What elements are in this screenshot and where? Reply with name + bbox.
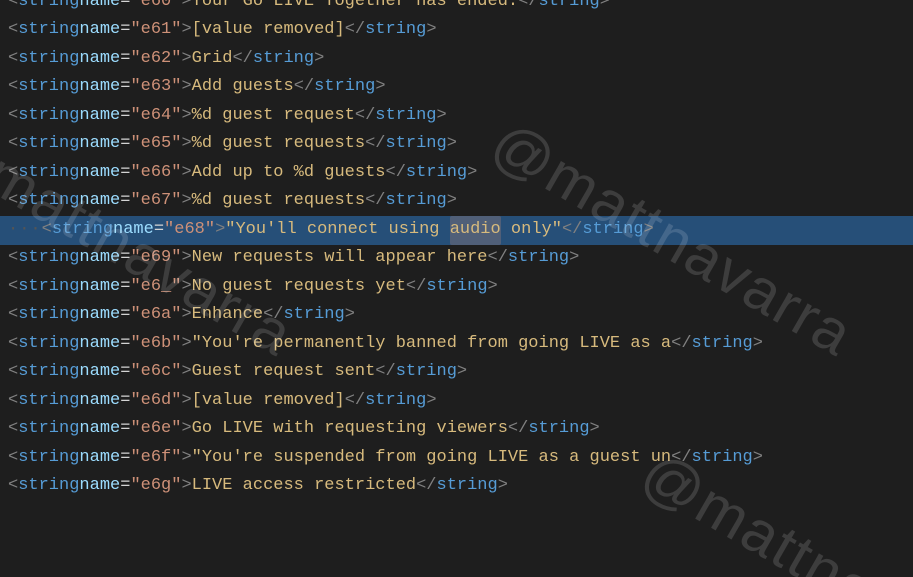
- string-value: Enhance: [192, 302, 263, 331]
- xml-attr-name: name: [79, 74, 120, 103]
- code-line[interactable]: <string name="e69">New requests will app…: [0, 245, 913, 274]
- xml-attr-name: name: [79, 302, 120, 331]
- xml-attr-value: "e6_": [130, 273, 181, 302]
- code-line[interactable]: <string name="e6b">"You're permanently b…: [0, 330, 913, 359]
- xml-attr-name: name: [79, 387, 120, 416]
- code-line[interactable]: <string name="e65">%d guest requests</st…: [0, 131, 913, 160]
- string-value: [value removed]: [192, 387, 345, 416]
- xml-tag: string: [18, 473, 79, 502]
- code-line[interactable]: <string name="e6e">Go LIVE with requesti…: [0, 416, 913, 445]
- xml-tag: string: [18, 0, 79, 17]
- highlighted-word: audio: [450, 216, 501, 245]
- xml-tag: string: [18, 245, 79, 274]
- xml-attr-value: "e61": [130, 17, 181, 46]
- xml-attr-name: name: [79, 416, 120, 445]
- xml-tag: string: [18, 416, 79, 445]
- xml-attr-name: name: [79, 273, 120, 302]
- code-line[interactable]: <string name="e66">Add up to %d guests</…: [0, 159, 913, 188]
- xml-attr-name: name: [79, 359, 120, 388]
- xml-attr-value: "e6f": [130, 444, 181, 473]
- string-value: Add guests: [192, 74, 294, 103]
- xml-attr-value: "e6e": [130, 416, 181, 445]
- xml-tag: string: [52, 216, 113, 245]
- xml-attr-value: "e62": [130, 45, 181, 74]
- string-value: [value removed]: [192, 17, 345, 46]
- string-value: "You're suspended from going LIVE as a g…: [192, 444, 671, 473]
- xml-attr-value: "e67": [130, 188, 181, 217]
- xml-attr-value: "e6g": [130, 473, 181, 502]
- code-line[interactable]: <string name="e6g">LIVE access restricte…: [0, 473, 913, 502]
- xml-attr-name: name: [79, 131, 120, 160]
- xml-attr-name: name: [79, 444, 120, 473]
- xml-tag: string: [18, 17, 79, 46]
- code-line[interactable]: <string name="e6_">No guest requests yet…: [0, 273, 913, 302]
- code-editor[interactable]: <string name="e60">Your Go LIVE Together…: [0, 0, 913, 501]
- xml-attr-value: "e6d": [130, 387, 181, 416]
- string-value: %d guest requests: [192, 131, 365, 160]
- string-value: "You're permanently banned from going LI…: [192, 330, 671, 359]
- xml-attr-name: name: [79, 17, 120, 46]
- code-line-selected[interactable]: ···<string name="e68">"You'll connect us…: [0, 216, 913, 245]
- xml-tag: string: [18, 45, 79, 74]
- xml-tag: string: [18, 359, 79, 388]
- xml-tag: string: [18, 159, 79, 188]
- xml-attr-name: name: [79, 330, 120, 359]
- xml-attr-value: "e68": [164, 216, 215, 245]
- code-line[interactable]: <string name="e67">%d guest requests</st…: [0, 188, 913, 217]
- code-line[interactable]: <string name="e6c">Guest request sent</s…: [0, 359, 913, 388]
- xml-attr-name: name: [113, 216, 154, 245]
- xml-attr-name: name: [79, 188, 120, 217]
- xml-attr-value: "e65": [130, 131, 181, 160]
- xml-tag: string: [18, 330, 79, 359]
- code-line[interactable]: <string name="e62">Grid</string>: [0, 45, 913, 74]
- string-value: No guest requests yet: [192, 273, 406, 302]
- string-value: %d guest requests: [192, 188, 365, 217]
- code-line[interactable]: <string name="e6a">Enhance</string>: [0, 302, 913, 331]
- code-line[interactable]: <string name="e61">[value removed]</stri…: [0, 17, 913, 46]
- string-value: New requests will appear here: [192, 245, 488, 274]
- xml-attr-value: "e64": [130, 102, 181, 131]
- xml-attr-value: "e60": [130, 0, 181, 17]
- xml-attr-value: "e6a": [130, 302, 181, 331]
- string-value: Go LIVE with requesting viewers: [192, 416, 508, 445]
- xml-attr-name: name: [79, 159, 120, 188]
- string-value: Add up to %d guests: [192, 159, 386, 188]
- code-line[interactable]: <string name="e6f">"You're suspended fro…: [0, 444, 913, 473]
- string-value: Your Go LIVE Together has ended.: [192, 0, 518, 17]
- string-value: LIVE access restricted: [192, 473, 416, 502]
- string-value: Guest request sent: [192, 359, 376, 388]
- xml-attr-value: "e6b": [130, 330, 181, 359]
- xml-attr-name: name: [79, 245, 120, 274]
- xml-attr-value: "e63": [130, 74, 181, 103]
- xml-attr-value: "e6c": [130, 359, 181, 388]
- xml-tag: string: [18, 102, 79, 131]
- xml-attr-name: name: [79, 102, 120, 131]
- xml-attr-name: name: [79, 0, 120, 17]
- xml-tag: string: [18, 74, 79, 103]
- xml-tag: string: [18, 273, 79, 302]
- code-line[interactable]: <string name="e60">Your Go LIVE Together…: [0, 0, 913, 17]
- xml-tag: string: [18, 188, 79, 217]
- xml-tag: string: [18, 444, 79, 473]
- string-value: %d guest request: [192, 102, 355, 131]
- xml-attr-name: name: [79, 45, 120, 74]
- xml-tag: string: [18, 302, 79, 331]
- xml-attr-value: "e69": [130, 245, 181, 274]
- xml-attr-value: "e66": [130, 159, 181, 188]
- string-value: Grid: [192, 45, 233, 74]
- xml-tag: string: [18, 387, 79, 416]
- xml-tag: string: [18, 131, 79, 160]
- code-line[interactable]: <string name="e63">Add guests</string>: [0, 74, 913, 103]
- code-line[interactable]: <string name="e6d">[value removed]</stri…: [0, 387, 913, 416]
- indent-guide-icon: ···: [8, 216, 42, 245]
- code-line[interactable]: <string name="e64">%d guest request</str…: [0, 102, 913, 131]
- xml-attr-name: name: [79, 473, 120, 502]
